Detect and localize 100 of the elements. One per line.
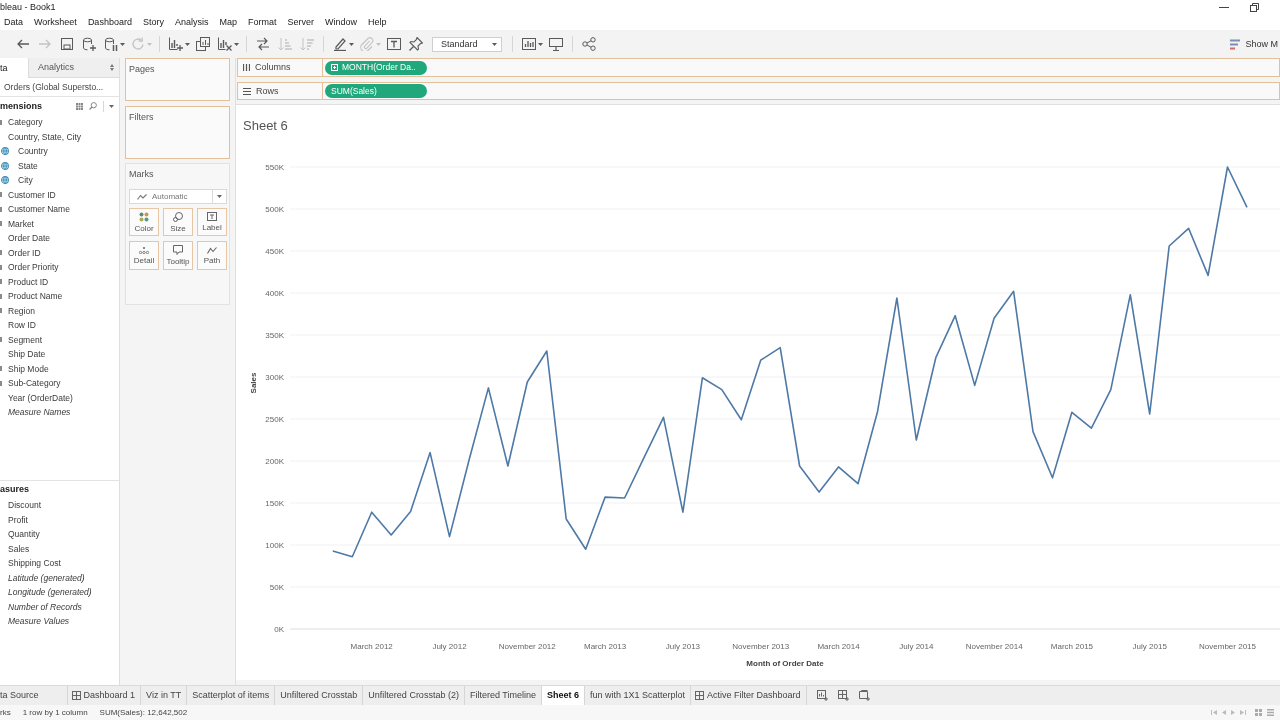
dimension-field[interactable]: Product ID	[8, 277, 49, 286]
new-story-icon[interactable]	[858, 690, 870, 701]
dimension-field[interactable]: Customer Name	[8, 205, 70, 214]
dimension-field[interactable]: Order Priority	[8, 263, 59, 272]
caret-icon[interactable]	[349, 42, 354, 46]
dimension-field[interactable]: City	[18, 176, 33, 185]
menu-item[interactable]: Window	[325, 18, 357, 27]
duplicate-icon[interactable]	[196, 37, 210, 51]
caret-icon[interactable]	[217, 195, 222, 198]
menu-item[interactable]: Server	[287, 18, 314, 27]
card-title: Pages	[129, 65, 156, 74]
search-icon[interactable]	[89, 102, 97, 110]
x-tick-label: November 2014	[965, 642, 1023, 651]
caret-icon[interactable]	[185, 42, 190, 46]
share-icon[interactable]	[582, 37, 596, 51]
database-plus-icon[interactable]	[82, 37, 96, 51]
save-icon[interactable]	[60, 37, 74, 51]
dimension-field[interactable]: Country, State, City	[0, 132, 82, 141]
sheet-tab[interactable]: Sheet 6	[541, 686, 585, 705]
database-pause-icon[interactable]	[104, 37, 118, 51]
highlighter-icon[interactable]	[333, 37, 347, 51]
text-box-icon[interactable]	[387, 37, 401, 51]
measure-field[interactable]: Shipping Cost	[0, 559, 61, 568]
dimension-field[interactable]: Order Date	[0, 234, 51, 243]
measure-field[interactable]: Quantity	[0, 530, 40, 539]
x-axis-title: Month of Order Date	[746, 659, 824, 668]
dimension-field[interactable]: Market	[8, 219, 34, 228]
color-dots-icon	[139, 211, 149, 222]
menu-item[interactable]: Analysis	[174, 18, 209, 27]
dimension-field[interactable]: Category	[8, 118, 43, 127]
size-button[interactable]: Size	[163, 208, 193, 236]
measure-field[interactable]: Longitude (generated)	[0, 588, 92, 597]
new-worksheet-icon[interactable]	[816, 690, 828, 701]
speech-bubble-icon	[173, 245, 183, 255]
caret-icon[interactable]	[538, 42, 543, 46]
dimension-field[interactable]: Row ID	[0, 321, 36, 330]
grid-icon[interactable]	[76, 102, 83, 110]
detail-button[interactable]: Detail	[129, 241, 159, 270]
caret-icon[interactable]	[234, 42, 239, 46]
dimension-field[interactable]: Product Name	[8, 292, 63, 301]
new-dashboard-icon[interactable]	[837, 690, 849, 701]
x-tick-label: November 2015	[1199, 642, 1256, 651]
y-tick-label: 350K	[265, 331, 284, 340]
measure-field[interactable]: Discount	[0, 501, 42, 510]
x-tick-label: July 2014	[899, 642, 934, 651]
menu-item[interactable]: Map	[219, 18, 237, 27]
chart-clear-icon[interactable]	[218, 37, 232, 51]
swap-icon[interactable]	[256, 37, 270, 51]
pin-icon[interactable]	[409, 37, 423, 51]
dimension-field[interactable]: Measure Names	[0, 408, 71, 417]
tooltip-button[interactable]: Tooltip	[163, 241, 193, 270]
up-down-caret-icon[interactable]	[110, 64, 114, 71]
zigzag-line-icon	[207, 246, 217, 254]
back-arrow-icon[interactable]	[16, 37, 30, 51]
data-pane-tab[interactable]: Analytics	[28, 58, 119, 78]
measure-field[interactable]: Sales	[0, 544, 30, 553]
menu-item[interactable]: Story	[142, 18, 164, 27]
dimension-field[interactable]: Year (OrderDate)	[0, 393, 73, 402]
chart-icon[interactable]	[522, 37, 536, 51]
measure-field[interactable]: Latitude (generated)	[0, 573, 85, 582]
data-source-name[interactable]: Orders (Global Supersto...	[0, 82, 104, 92]
chart-plus-icon[interactable]	[169, 37, 183, 51]
dimension-field[interactable]: Ship Date	[0, 350, 46, 359]
line-icon	[137, 193, 147, 200]
measure-field[interactable]: Number of Records	[0, 602, 82, 611]
path-button[interactable]: Path	[197, 241, 227, 270]
dimension-field[interactable]: Ship Mode	[8, 364, 49, 373]
dimension-field[interactable]: Country	[18, 147, 48, 156]
measure-field[interactable]: Profit	[0, 515, 28, 524]
caret-icon[interactable]	[109, 104, 114, 108]
dimension-field[interactable]: Region	[8, 306, 35, 315]
dimension-field[interactable]: Order ID	[8, 248, 41, 257]
caret-icon[interactable]	[492, 42, 497, 46]
label-button[interactable]: Label	[197, 208, 227, 236]
shelf-label: Columns	[255, 63, 291, 72]
x-tick-label: March 2013	[584, 642, 627, 651]
circles-icon	[173, 211, 183, 222]
menu-item[interactable]: Format	[247, 18, 277, 27]
fit-dropdown[interactable]: Standard	[432, 36, 502, 52]
show-me-button[interactable]: Show M	[1230, 38, 1280, 50]
dots-icon	[139, 246, 149, 254]
y-tick-label: 50K	[269, 583, 284, 592]
caret-icon[interactable]	[120, 42, 125, 46]
dimension-field[interactable]: Sub-Category	[8, 379, 61, 388]
menu-item[interactable]: Data	[4, 18, 23, 27]
measure-field[interactable]: Measure Values	[0, 617, 70, 626]
restore-icon[interactable]	[1250, 3, 1259, 12]
dimension-field[interactable]: State	[18, 161, 38, 170]
menu-item[interactable]: Dashboard	[87, 18, 132, 27]
pages-shelf[interactable]: Pages	[125, 58, 230, 101]
presentation-screen-icon[interactable]	[549, 37, 563, 51]
menu-item[interactable]: Help	[368, 18, 387, 27]
mark-type-dropdown[interactable]: Automatic	[129, 189, 227, 204]
plus-box-icon[interactable]	[331, 64, 338, 71]
dimension-field[interactable]: Customer ID	[8, 190, 56, 199]
filters-shelf[interactable]: Filters	[125, 106, 230, 159]
menu-item[interactable]: Worksheet	[34, 18, 77, 27]
color-button[interactable]: Color	[129, 208, 159, 236]
dimension-field[interactable]: Segment	[8, 335, 43, 344]
text-box-icon	[207, 212, 217, 221]
